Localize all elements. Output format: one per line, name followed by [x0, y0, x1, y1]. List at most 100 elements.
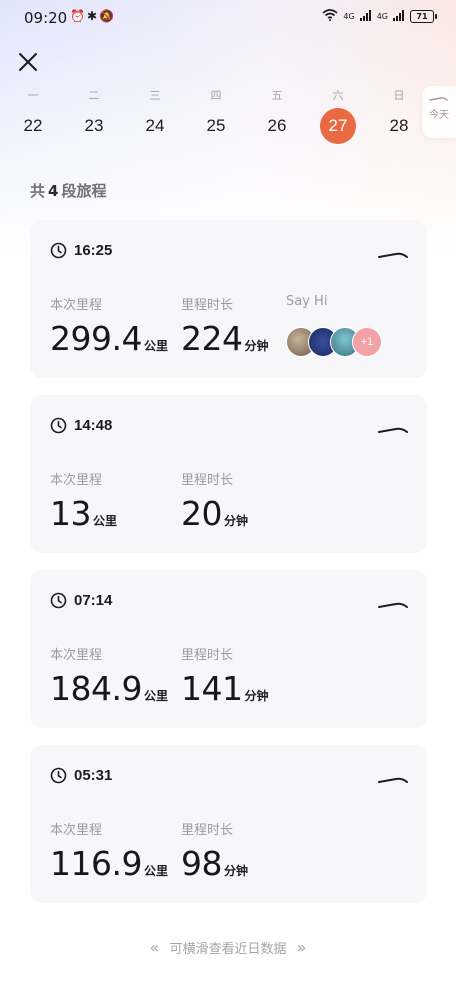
- distance-value: 13 公里: [50, 494, 117, 533]
- calendar-day[interactable]: 日 28: [376, 88, 422, 144]
- trip-count: 共 4 段旅程: [30, 180, 106, 201]
- day-number: 27: [320, 108, 356, 144]
- distance-unit: 公里: [93, 514, 118, 528]
- trip-start-time: 14:48: [50, 417, 112, 434]
- day-number: 28: [389, 116, 409, 135]
- duration-unit: 分钟: [224, 864, 249, 878]
- day-number: 23: [84, 116, 104, 135]
- clock-icon: [50, 242, 67, 259]
- trip-time-text: 07:14: [74, 592, 113, 609]
- route-icon: [378, 777, 408, 783]
- trip-start-time: 05:31: [50, 767, 112, 784]
- clock-icon: [50, 767, 67, 784]
- route-icon: [378, 602, 408, 608]
- weekday-label: 二: [88, 89, 100, 102]
- trip-card[interactable]: 14:48 本次里程 13 公里 里程时长 20 分钟: [30, 395, 427, 553]
- distance-number: 299.4: [50, 319, 142, 358]
- status-right: 4G 4G 71: [322, 9, 437, 24]
- calendar-day[interactable]: 二 23: [71, 88, 117, 144]
- sayhi-stat: Say Hi: [286, 294, 327, 312]
- distance-value: 116.9 公里: [50, 844, 168, 883]
- duration-unit: 分钟: [224, 514, 249, 528]
- trip-time-text: 05:31: [74, 767, 113, 784]
- distance-label: 本次里程: [50, 648, 103, 663]
- calendar-day[interactable]: 五 26: [254, 88, 300, 144]
- more-avatars-badge: +1: [352, 327, 382, 357]
- signal-icon: [359, 9, 372, 24]
- close-button[interactable]: [14, 48, 42, 76]
- day-number: 24: [145, 116, 165, 135]
- trip-card[interactable]: 07:14 本次里程 184.9 公里 里程时长 141 分钟: [30, 570, 427, 728]
- chevrons-left-icon: «: [149, 938, 160, 957]
- duration-label: 里程时长: [181, 473, 234, 488]
- calendar-day[interactable]: 三 24: [132, 88, 178, 144]
- distance-unit: 公里: [143, 339, 168, 353]
- distance-value: 299.4 公里: [50, 319, 168, 358]
- duration-number: 20: [181, 494, 223, 533]
- distance-number: 184.9: [50, 669, 142, 708]
- close-icon: [19, 53, 37, 71]
- weekday-label: 六: [332, 89, 344, 102]
- battery-icon: 71: [410, 10, 437, 23]
- signal-icon: [393, 9, 405, 24]
- calendar-day[interactable]: 四 25: [193, 88, 239, 144]
- sayhi-avatars[interactable]: +1: [286, 327, 386, 357]
- network-label-2: 4G: [376, 12, 388, 21]
- weekday-label: 五: [271, 89, 283, 102]
- distance-stat: 本次里程 13 公里: [50, 469, 117, 533]
- route-icon: [429, 97, 448, 101]
- duration-number: 98: [181, 844, 223, 883]
- duration-label: 里程时长: [181, 648, 234, 663]
- today-button[interactable]: 今天: [422, 86, 456, 138]
- distance-label: 本次里程: [50, 298, 103, 313]
- trip-count-prefix: 共: [30, 182, 46, 200]
- status-icons: ⏰✱🔕: [70, 9, 116, 23]
- bluetooth-icon: ✱: [86, 9, 100, 23]
- distance-value: 184.9 公里: [50, 669, 168, 708]
- weekday-label: 四: [210, 89, 222, 102]
- duration-label: 里程时长: [181, 298, 234, 313]
- chevrons-right-icon: »: [296, 938, 307, 957]
- distance-stat: 本次里程 184.9 公里: [50, 644, 168, 708]
- duration-value: 141 分钟: [181, 669, 269, 708]
- mute-icon: 🔕: [99, 9, 116, 23]
- route-icon: [378, 252, 408, 258]
- distance-stat: 本次里程 116.9 公里: [50, 819, 168, 883]
- distance-unit: 公里: [143, 689, 168, 703]
- distance-number: 116.9: [50, 844, 142, 883]
- trip-time-text: 14:48: [74, 417, 113, 434]
- trip-time-text: 16:25: [74, 242, 113, 259]
- day-number: 25: [206, 116, 226, 135]
- weekday-label: 一: [27, 89, 39, 102]
- duration-number: 141: [181, 669, 243, 708]
- swipe-hint: « 可横滑查看近日数据 »: [0, 938, 456, 957]
- calendar-day[interactable]: 一 22: [10, 88, 56, 144]
- sayhi-label: Say Hi: [286, 294, 328, 309]
- trip-card[interactable]: 16:25 本次里程 299.4 公里 里程时长 224 分钟 Say Hi +1: [30, 220, 427, 378]
- calendar-day-selected[interactable]: 六 27: [315, 88, 361, 144]
- duration-value: 20 分钟: [181, 494, 248, 533]
- wifi-icon: [322, 9, 338, 24]
- distance-unit: 公里: [143, 864, 168, 878]
- swipe-hint-text: 可横滑查看近日数据: [169, 942, 287, 957]
- trip-count-suffix: 段旅程: [61, 182, 107, 200]
- distance-label: 本次里程: [50, 823, 103, 838]
- today-label: 今天: [429, 110, 449, 121]
- duration-unit: 分钟: [244, 339, 269, 353]
- distance-number: 13: [50, 494, 92, 533]
- trip-start-time: 16:25: [50, 242, 112, 259]
- distance-stat: 本次里程 299.4 公里: [50, 294, 168, 358]
- trip-start-time: 07:14: [50, 592, 112, 609]
- duration-stat: 里程时长 20 分钟: [181, 469, 248, 533]
- duration-stat: 里程时长 141 分钟: [181, 644, 269, 708]
- duration-stat: 里程时长 98 分钟: [181, 819, 248, 883]
- network-label-1: 4G: [343, 12, 355, 21]
- distance-label: 本次里程: [50, 473, 103, 488]
- trip-card[interactable]: 05:31 本次里程 116.9 公里 里程时长 98 分钟: [30, 745, 427, 903]
- duration-number: 224: [181, 319, 243, 358]
- weekday-label: 三: [149, 89, 161, 102]
- alarm-icon: ⏰: [70, 9, 87, 23]
- status-bar: 09:20 ⏰✱🔕 4G 4G 71: [0, 0, 456, 36]
- duration-label: 里程时长: [181, 823, 234, 838]
- clock-icon: [50, 417, 67, 434]
